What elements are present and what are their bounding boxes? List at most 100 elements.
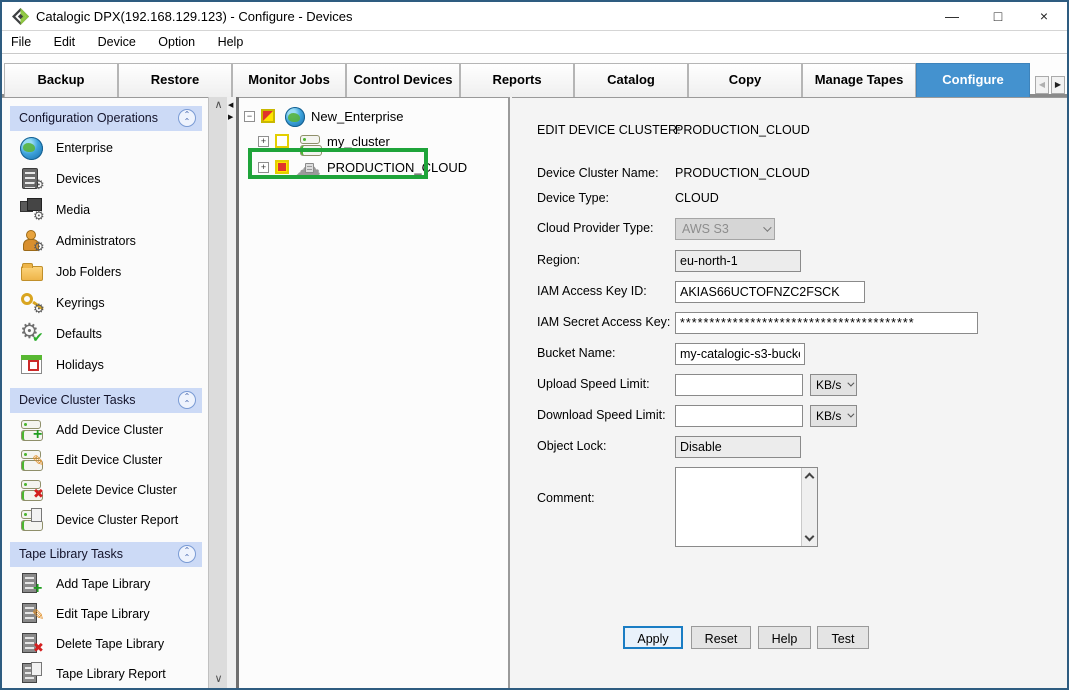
maximize-button[interactable]: □ (975, 2, 1021, 31)
sidebar-scrollbar[interactable]: ∧ ∨ (208, 97, 227, 688)
sidebar-item-label: Add Device Cluster (56, 423, 163, 437)
form-label-iam-secret-access-key: IAM Secret Access Key: (537, 315, 670, 329)
sidebar-item-delete-tape-library[interactable]: ✖ Delete Tape Library (12, 630, 202, 659)
region-field[interactable] (675, 250, 801, 272)
sidebar-item-devices[interactable]: ⚙ Devices (12, 165, 202, 194)
scroll-up-icon[interactable]: ∧ (209, 97, 228, 114)
scroll-down-icon[interactable]: ∨ (209, 671, 228, 688)
app-window: Catalogic DPX(192.168.129.123) - Configu… (0, 0, 1069, 690)
section-header-device-cluster-tasks[interactable]: Device Cluster Tasks ⌃⌃ (10, 388, 202, 413)
sidebar-item-administrators[interactable]: ⚙ Administrators (12, 227, 202, 256)
section-header-tape-library-tasks[interactable]: Tape Library Tasks ⌃⌃ (10, 542, 202, 567)
upload-speed-unit-dropdown[interactable]: KB/s (810, 374, 857, 396)
iam-access-key-id-field[interactable] (675, 281, 865, 303)
sidebar-item-delete-device-cluster[interactable]: ✖ Delete Device Cluster (12, 476, 202, 505)
comment-scrollbar[interactable] (801, 468, 817, 546)
tristate-checkbox-checked[interactable] (275, 160, 289, 174)
apply-button[interactable]: Apply (623, 626, 683, 649)
edit-device-cluster-form: EDIT DEVICE CLUSTER: PRODUCTION_CLOUD De… (512, 97, 1067, 688)
tab-monitor-jobs[interactable]: Monitor Jobs (232, 63, 346, 97)
tristate-checkbox-partial[interactable] (261, 109, 275, 123)
sidebar-item-label: Holidays (56, 358, 104, 372)
sidebar-item-add-device-cluster[interactable]: + Add Device Cluster (12, 416, 202, 445)
cluster-plus-icon: + (18, 417, 46, 445)
sidebar-item-add-tape-library[interactable]: + Add Tape Library (12, 570, 202, 599)
sidebar-item-edit-device-cluster[interactable]: ✎ Edit Device Cluster (12, 446, 202, 475)
sidebar-item-media[interactable]: ⚙ Media (12, 196, 202, 225)
menu-device[interactable]: Device (89, 32, 145, 49)
menu-option[interactable]: Option (149, 32, 204, 49)
tab-manage-tapes[interactable]: Manage Tapes (802, 63, 916, 97)
chevron-double-up-icon[interactable]: ⌃⌃ (178, 391, 196, 409)
tab-scroll-right-icon[interactable]: ▶ (1051, 76, 1065, 94)
tab-copy[interactable]: Copy (688, 63, 802, 97)
close-button[interactable]: × (1021, 2, 1067, 31)
tab-restore[interactable]: Restore (118, 63, 232, 97)
download-speed-unit-dropdown[interactable]: KB/s (810, 405, 857, 427)
form-value-edit-device-cluster: PRODUCTION_CLOUD (675, 123, 810, 137)
tape-plus-icon: + (18, 571, 46, 599)
reset-button[interactable]: Reset (691, 626, 751, 649)
expand-expander-icon[interactable]: + (258, 136, 269, 147)
sidebar-item-label: Edit Tape Library (56, 607, 150, 621)
globe-icon (18, 135, 46, 163)
sidebar-item-edit-tape-library[interactable]: ✎ Edit Tape Library (12, 600, 202, 629)
tab-backup[interactable]: Backup (4, 63, 118, 97)
section-header-configuration-operations[interactable]: Configuration Operations ⌃⌃ (10, 106, 202, 131)
cloud-provider-type-dropdown[interactable]: AWS S3 (675, 218, 775, 240)
panel-splitter[interactable]: ◀ ▶ (227, 97, 239, 688)
sidebar-item-tape-library-report[interactable]: Tape Library Report (12, 660, 202, 688)
sidebar-item-holidays[interactable]: Holidays (12, 351, 202, 380)
sidebar-item-label: Device Cluster Report (56, 513, 178, 527)
tree-node-production-cloud[interactable]: + ☁ PRODUCTION_CLOUD (239, 156, 499, 180)
menu-help[interactable]: Help (209, 32, 253, 49)
scroll-down-icon (805, 532, 815, 542)
tree-node-new-enterprise[interactable]: − New_Enterprise (239, 105, 499, 129)
chevron-double-up-icon[interactable]: ⌃⌃ (178, 545, 196, 563)
sidebar-item-defaults[interactable]: ⚙✔ Defaults (12, 320, 202, 349)
form-label-upload-speed-limit: Upload Speed Limit: (537, 377, 650, 391)
sidebar-item-device-cluster-report[interactable]: Device Cluster Report (12, 506, 202, 535)
sidebar-item-label: Tape Library Report (56, 667, 166, 681)
bucket-name-field[interactable] (675, 343, 805, 365)
chevron-double-up-icon[interactable]: ⌃⌃ (178, 109, 196, 127)
object-lock-field[interactable] (675, 436, 801, 458)
iam-secret-access-key-field[interactable] (675, 312, 978, 334)
form-label-comment: Comment: (537, 491, 595, 505)
sidebar-item-label: Devices (56, 172, 100, 186)
collapse-left-icon[interactable]: ◀ (228, 101, 233, 109)
sidebar-item-label: Media (56, 203, 90, 217)
tree-node-label[interactable]: my_cluster (327, 134, 390, 149)
form-label-region: Region: (537, 253, 580, 267)
tab-control-devices[interactable]: Control Devices (346, 63, 460, 97)
form-value-device-cluster-name: PRODUCTION_CLOUD (675, 166, 810, 180)
gear-check-icon: ⚙✔ (18, 321, 46, 349)
tristate-checkbox-unchecked[interactable] (275, 134, 289, 148)
minimize-button[interactable]: — (929, 2, 975, 31)
form-label-cloud-provider-type: Cloud Provider Type: (537, 221, 654, 235)
expand-expander-icon[interactable]: + (258, 162, 269, 173)
form-label-iam-access-key-id: IAM Access Key ID: (537, 284, 647, 298)
tab-configure[interactable]: Configure (916, 63, 1030, 97)
download-speed-limit-field[interactable] (675, 405, 803, 427)
sidebar-item-keyrings[interactable]: ⚙ Keyrings (12, 289, 202, 318)
sidebar-item-enterprise[interactable]: Enterprise (12, 134, 202, 163)
calendar-icon (18, 352, 46, 380)
tree-node-label[interactable]: PRODUCTION_CLOUD (327, 160, 467, 175)
chevron-down-icon (847, 411, 854, 418)
menu-edit[interactable]: Edit (45, 32, 85, 49)
comment-textarea[interactable] (675, 467, 818, 547)
menu-file[interactable]: File (2, 32, 40, 49)
test-button[interactable]: Test (817, 626, 869, 649)
tree-node-my-cluster[interactable]: + my_cluster (239, 130, 499, 154)
tab-catalog[interactable]: Catalog (574, 63, 688, 97)
collapse-right-icon[interactable]: ▶ (228, 113, 233, 121)
tab-reports[interactable]: Reports (460, 63, 574, 97)
upload-speed-limit-field[interactable] (675, 374, 803, 396)
media-gear-icon: ⚙ (18, 197, 46, 225)
collapse-expander-icon[interactable]: − (244, 111, 255, 122)
help-button[interactable]: Help (758, 626, 811, 649)
tree-node-label[interactable]: New_Enterprise (311, 109, 404, 124)
tab-scroll-left-icon[interactable]: ◀ (1035, 76, 1049, 94)
sidebar-item-job-folders[interactable]: Job Folders (12, 258, 202, 287)
